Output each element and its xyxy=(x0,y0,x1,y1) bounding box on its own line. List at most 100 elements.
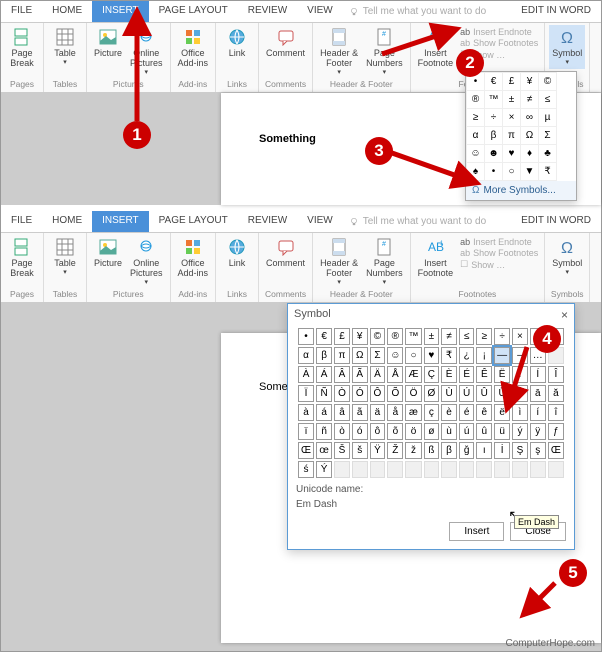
symbol-cell[interactable]: Ş xyxy=(512,442,528,459)
symbol-cell[interactable]: Ÿ xyxy=(370,442,386,459)
symbol-cell[interactable]: ô xyxy=(370,423,386,440)
symbol-cell[interactable]: € xyxy=(316,328,332,345)
symbol-cell[interactable]: š xyxy=(352,442,368,459)
symbol-cell[interactable]: ± xyxy=(424,328,440,345)
tab-file[interactable]: FILE xyxy=(1,211,42,232)
symbol-cell[interactable]: ó xyxy=(352,423,368,440)
symbol-cell[interactable]: å xyxy=(387,404,403,421)
symbol-cell[interactable]: İ xyxy=(494,442,510,459)
symbol-cell[interactable]: ™ xyxy=(405,328,421,345)
symbol-cell[interactable]: ş xyxy=(530,442,546,459)
page-break-button[interactable]: Page Break xyxy=(5,25,39,71)
symbol-cell[interactable]: ¿ xyxy=(459,347,475,364)
table-button[interactable]: Table▾ xyxy=(48,25,82,69)
symbol-cell[interactable]: ® xyxy=(387,328,403,345)
symbol-cell[interactable]: ≠ xyxy=(441,328,457,345)
addins-button[interactable]: Office Add-ins xyxy=(175,25,212,71)
link-button[interactable]: Link xyxy=(220,25,254,61)
symbol-cell[interactable]: α xyxy=(298,347,314,364)
symbol-cell[interactable]: ä xyxy=(370,404,386,421)
symbol-cell[interactable]: Õ xyxy=(387,385,403,402)
symbol-cell[interactable]: ü xyxy=(494,423,510,440)
symbol-cell[interactable]: ñ xyxy=(316,423,332,440)
symbol-cell[interactable]: é xyxy=(459,404,475,421)
symbol-cell[interactable]: Á xyxy=(316,366,332,383)
symbol-button[interactable]: ΩSymbol▾ xyxy=(549,235,585,279)
symbol-cell[interactable]: æ xyxy=(405,404,421,421)
symbol-cell[interactable]: ₹ xyxy=(441,347,457,364)
symbol-cell[interactable]: ♥ xyxy=(424,347,440,364)
tab-insert[interactable]: INSERT xyxy=(92,211,149,232)
symbol-cell[interactable]: Ž xyxy=(387,442,403,459)
addins-button[interactable]: Office Add-ins xyxy=(175,235,212,281)
symbol-cell[interactable]: ≤ xyxy=(459,328,475,345)
tab-review[interactable]: REVIEW xyxy=(238,211,297,232)
link-button[interactable]: Link xyxy=(220,235,254,271)
symbol-cell[interactable]: Ú xyxy=(459,385,475,402)
tab-view[interactable]: VIEW xyxy=(297,1,343,22)
edit-in-word[interactable]: EDIT IN WORD xyxy=(511,211,601,232)
symbol-cell[interactable]: ă xyxy=(548,385,564,402)
edit-in-word[interactable]: EDIT IN WORD xyxy=(511,1,601,22)
symbol-cell[interactable]: π xyxy=(334,347,350,364)
symbol-cell[interactable]: ı xyxy=(476,442,492,459)
symbol-cell[interactable]: Ñ xyxy=(316,385,332,402)
symbol-cell[interactable]: Ò xyxy=(334,385,350,402)
insert-button[interactable]: Insert xyxy=(449,522,504,541)
symbol-cell[interactable]: ø xyxy=(424,423,440,440)
symbol-cell[interactable]: ƒ xyxy=(548,423,564,440)
symbol-cell[interactable]: Ô xyxy=(370,385,386,402)
symbol-cell[interactable]: ğ xyxy=(459,442,475,459)
symbol-button[interactable]: ΩSymbol▾ xyxy=(549,25,585,69)
symbol-cell[interactable]: β xyxy=(441,442,457,459)
symbol-cell[interactable]: û xyxy=(476,423,492,440)
symbol-cell[interactable]: Ý xyxy=(316,461,332,478)
tab-file[interactable]: FILE xyxy=(1,1,42,22)
tab-home[interactable]: HOME xyxy=(42,1,92,22)
symbol-cell[interactable]: ê xyxy=(476,404,492,421)
symbol-cell[interactable]: ã xyxy=(352,404,368,421)
symbol-cell[interactable]: Û xyxy=(476,385,492,402)
page-break-button[interactable]: Page Break xyxy=(5,235,39,281)
online-pictures-button[interactable]: Online Pictures▾ xyxy=(127,235,166,288)
symbol-cell[interactable]: â xyxy=(334,404,350,421)
symbol-cell[interactable]: ○ xyxy=(405,347,421,364)
symbol-cell[interactable]: œ xyxy=(316,442,332,459)
symbol-cell[interactable]: à xyxy=(298,404,314,421)
symbol-cell[interactable]: Ù xyxy=(441,385,457,402)
symbol-cell[interactable]: À xyxy=(298,366,314,383)
tab-review[interactable]: REVIEW xyxy=(238,1,297,22)
tab-home[interactable]: HOME xyxy=(42,211,92,232)
picture-button[interactable]: Picture xyxy=(91,235,125,271)
symbol-cell[interactable]: ý xyxy=(512,423,528,440)
symbol-cell[interactable]: õ xyxy=(387,423,403,440)
symbol-cell[interactable]: Œ xyxy=(548,442,564,459)
symbol-cell[interactable]: Ã xyxy=(352,366,368,383)
symbol-cell[interactable]: î xyxy=(548,404,564,421)
symbol-cell[interactable]: Æ xyxy=(405,366,421,383)
symbol-cell[interactable]: ç xyxy=(424,404,440,421)
symbol-cell[interactable]: ö xyxy=(405,423,421,440)
symbol-cell[interactable]: ï xyxy=(298,423,314,440)
close-icon[interactable]: × xyxy=(561,308,568,322)
symbol-cell[interactable]: • xyxy=(298,328,314,345)
page-numbers-button[interactable]: #Page Numbers▾ xyxy=(363,235,406,288)
symbol-cell[interactable]: © xyxy=(370,328,386,345)
header-footer-button[interactable]: Header & Footer▾ xyxy=(317,235,361,288)
symbol-cell[interactable]: ¥ xyxy=(352,328,368,345)
comment-button[interactable]: Comment xyxy=(263,235,308,271)
symbol-cell[interactable]: È xyxy=(441,366,457,383)
symbol-cell[interactable]: ú xyxy=(459,423,475,440)
symbol-cell[interactable]: ÿ xyxy=(530,423,546,440)
header-footer-button[interactable]: Header & Footer▾ xyxy=(317,25,361,78)
symbol-cell[interactable]: Ø xyxy=(424,385,440,402)
symbol-cell[interactable]: ß xyxy=(424,442,440,459)
symbol-cell[interactable]: Ï xyxy=(298,385,314,402)
symbol-cell[interactable]: ž xyxy=(405,442,421,459)
symbol-cell[interactable]: ☺ xyxy=(387,347,403,364)
table-button[interactable]: Table▾ xyxy=(48,235,82,279)
symbol-cell[interactable]: Σ xyxy=(370,347,386,364)
tell-me[interactable]: Tell me what you want to do xyxy=(343,211,492,232)
symbol-cell[interactable]: Š xyxy=(334,442,350,459)
symbol-cell[interactable]: Â xyxy=(334,366,350,383)
